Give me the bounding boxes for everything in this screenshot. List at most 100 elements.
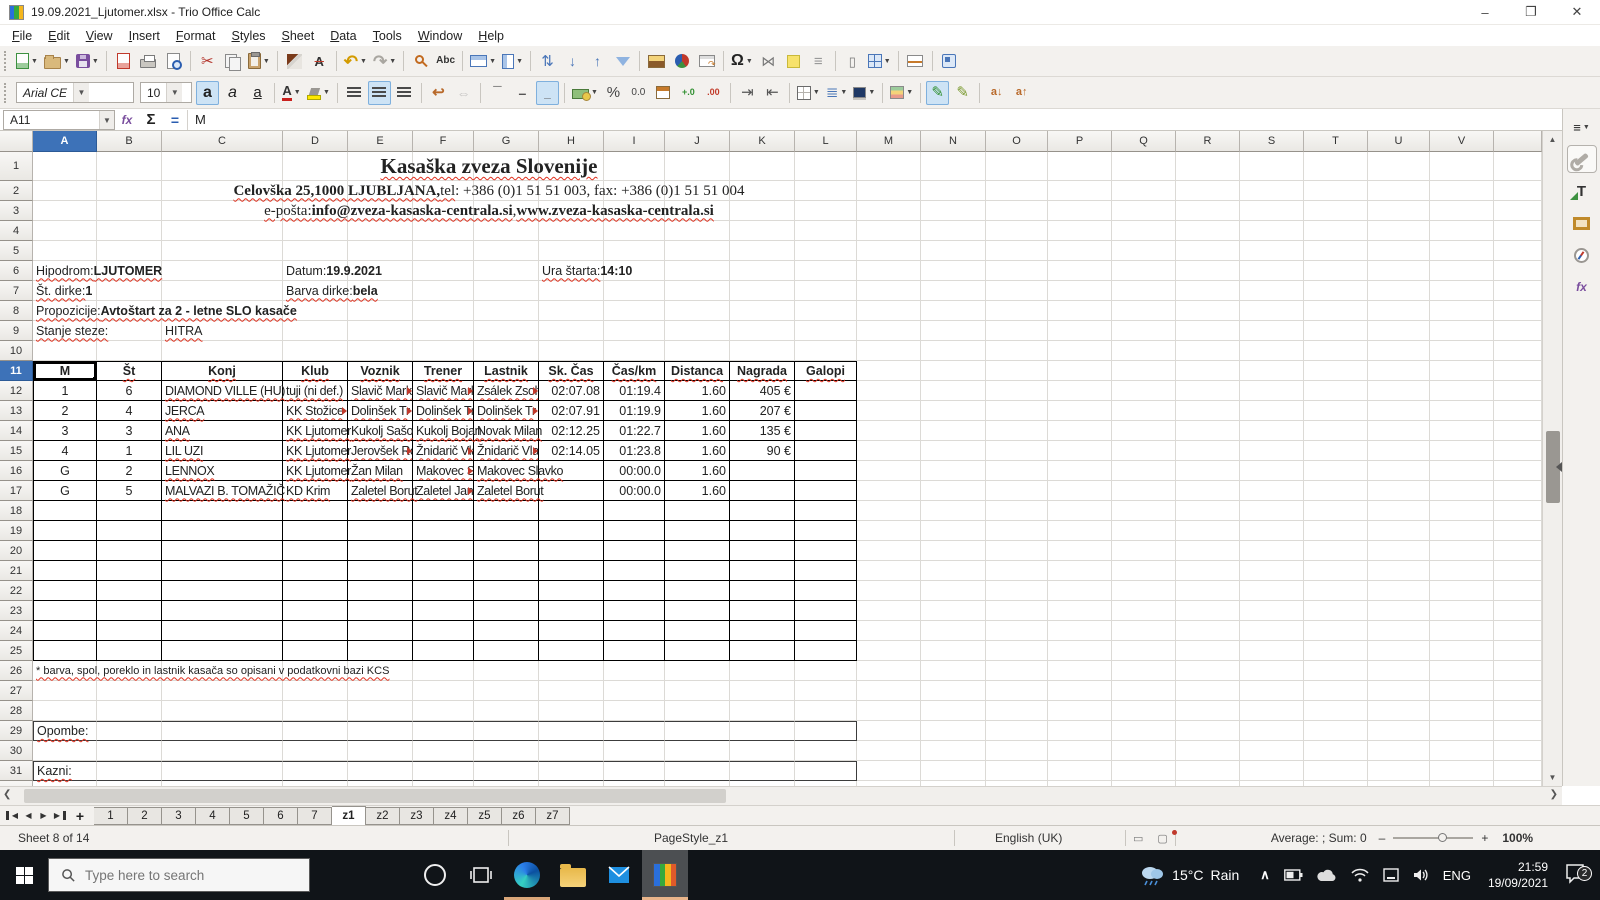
cell[interactable] <box>474 241 539 261</box>
cell[interactable] <box>539 321 604 341</box>
cell[interactable] <box>921 241 986 261</box>
cell[interactable] <box>1112 721 1176 741</box>
cell[interactable] <box>413 221 474 241</box>
cell[interactable] <box>986 521 1048 541</box>
cell[interactable] <box>1304 461 1368 481</box>
cell[interactable] <box>162 241 283 261</box>
cell[interactable] <box>857 741 921 761</box>
cell[interactable]: Čas/km <box>604 361 665 381</box>
cell[interactable] <box>665 221 730 241</box>
row-header-29[interactable]: 29 <box>0 721 33 741</box>
chevron-down-icon[interactable]: ▼ <box>294 89 301 96</box>
cell[interactable] <box>283 541 348 561</box>
cell[interactable] <box>986 361 1048 381</box>
column-header-I[interactable]: I <box>604 131 665 152</box>
cell[interactable] <box>413 561 474 581</box>
cell[interactable] <box>1176 421 1240 441</box>
cell[interactable] <box>921 341 986 361</box>
cell[interactable] <box>1240 421 1304 441</box>
cell[interactable] <box>1176 581 1240 601</box>
cell[interactable] <box>795 581 857 601</box>
cell[interactable] <box>1048 561 1112 581</box>
cell[interactable] <box>1112 541 1176 561</box>
cell-filler[interactable] <box>1494 501 1542 521</box>
headers-footers-icon[interactable]: ≡ <box>807 49 830 73</box>
cell[interactable] <box>283 561 348 581</box>
sheet-tab-6[interactable]: 6 <box>264 806 298 825</box>
page-break-icon[interactable]: ▯ <box>841 49 864 73</box>
cell[interactable]: Žnidarič Vla <box>413 441 474 461</box>
cell[interactable] <box>986 261 1048 281</box>
cell[interactable] <box>1304 541 1368 561</box>
cell[interactable] <box>1304 281 1368 301</box>
sort-descending-icon[interactable]: ↑ <box>586 49 609 73</box>
cell[interactable] <box>604 301 665 321</box>
cell-filler[interactable] <box>1494 201 1542 221</box>
cell[interactable] <box>348 641 413 661</box>
zoom-control[interactable]: – + <box>1379 831 1489 845</box>
row-header-23[interactable]: 23 <box>0 601 33 621</box>
cell[interactable] <box>1240 701 1304 721</box>
cell[interactable] <box>1112 601 1176 621</box>
cell[interactable] <box>1176 641 1240 661</box>
cell[interactable] <box>474 301 539 321</box>
cell-filler[interactable] <box>1494 721 1542 741</box>
cell[interactable] <box>413 661 474 681</box>
cell[interactable] <box>1430 261 1494 281</box>
cell[interactable]: 1.60 <box>665 381 730 401</box>
row-header-20[interactable]: 20 <box>0 541 33 561</box>
sheet-tab-z7[interactable]: z7 <box>536 806 570 825</box>
cell-filler[interactable] <box>1494 241 1542 261</box>
cell[interactable] <box>857 301 921 321</box>
cell[interactable] <box>348 521 413 541</box>
row-header-18[interactable]: 18 <box>0 501 33 521</box>
cell[interactable] <box>413 541 474 561</box>
sheet-tab-z1[interactable]: z1 <box>332 805 366 826</box>
cell[interactable] <box>1048 441 1112 461</box>
scroll-right-icon[interactable]: ❯ <box>1550 789 1558 800</box>
cell[interactable] <box>1430 461 1494 481</box>
cell[interactable] <box>795 521 857 541</box>
cell[interactable] <box>857 581 921 601</box>
cell[interactable] <box>283 741 348 761</box>
cell[interactable] <box>795 621 857 641</box>
cell[interactable] <box>474 761 539 781</box>
cell[interactable] <box>1112 361 1176 381</box>
cell[interactable]: 02:07.08 <box>539 381 604 401</box>
spreadsheet-grid[interactable]: A B C D E F G H I J K L M N O P Q R S T U V 1 2 3 4 5 6 Hipodrom: LJ… <box>0 131 1542 786</box>
cell[interactable] <box>33 521 97 541</box>
cell[interactable] <box>921 621 986 641</box>
cell[interactable] <box>795 401 857 421</box>
cell[interactable] <box>795 501 857 521</box>
cell[interactable]: Dolinšek Tr <box>474 401 539 421</box>
cell[interactable] <box>1304 321 1368 341</box>
cell-filler[interactable] <box>1494 601 1542 621</box>
cell[interactable]: DIAMOND VILLE (HU) <box>162 381 285 401</box>
cell[interactable] <box>665 341 730 361</box>
cell[interactable] <box>795 741 857 761</box>
cell[interactable] <box>986 201 1048 221</box>
cell[interactable] <box>33 501 97 521</box>
cell[interactable] <box>921 601 986 621</box>
insert-image-icon[interactable] <box>645 49 668 73</box>
cell[interactable] <box>730 481 795 501</box>
cell[interactable] <box>1176 561 1240 581</box>
cell[interactable] <box>986 241 1048 261</box>
cell[interactable] <box>348 581 413 601</box>
cell[interactable] <box>162 621 283 641</box>
cell[interactable] <box>539 241 604 261</box>
cell[interactable]: KK Ljutomer <box>283 441 351 461</box>
column-header-B[interactable]: B <box>97 131 162 152</box>
cell[interactable] <box>665 321 730 341</box>
row-header-24[interactable]: 24 <box>0 621 33 641</box>
chevron-down-icon[interactable]: ▼ <box>99 110 114 129</box>
name-box[interactable]: A11 ▼ <box>3 109 115 130</box>
cell[interactable] <box>1368 661 1430 681</box>
cell[interactable] <box>604 581 665 601</box>
cell[interactable] <box>986 461 1048 481</box>
row-header-7[interactable]: 7 <box>0 281 33 301</box>
copy-icon[interactable] <box>221 49 244 73</box>
cell[interactable] <box>730 341 795 361</box>
cell[interactable]: 2 <box>33 401 97 421</box>
cell[interactable] <box>1048 721 1112 741</box>
